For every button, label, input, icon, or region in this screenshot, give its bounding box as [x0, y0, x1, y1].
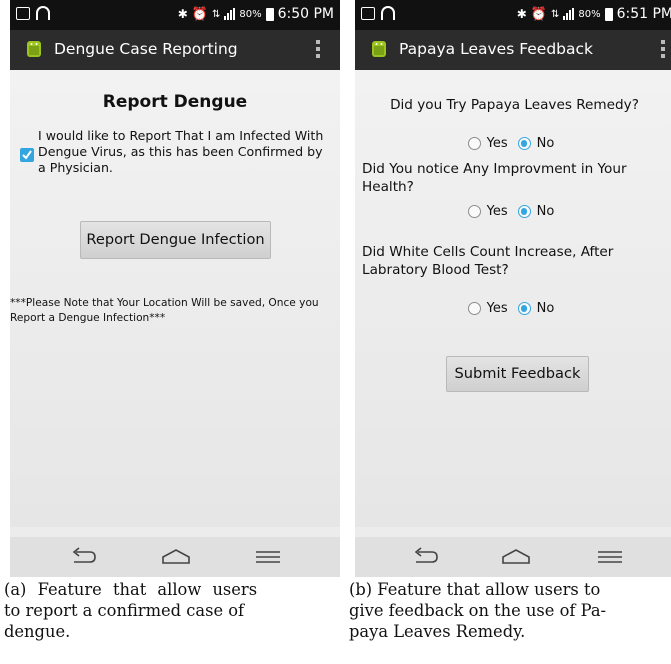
wifi-icon [381, 6, 395, 20]
radio-no[interactable] [517, 205, 531, 218]
question-2: Did You notice Any Improvment in Your He… [362, 161, 627, 195]
battery-icon [265, 7, 274, 21]
phone-screen-dengue-reporting: ✱ ⏰ ⇅ 80% 6:50 PM Dengue Case Reporting … [10, 0, 340, 577]
home-icon[interactable] [498, 545, 534, 569]
action-bar: Papaya Leaves Feedback [355, 30, 671, 70]
clock: 6:51 PM [616, 6, 671, 22]
report-content: Report Dengue I would like to Report Tha… [10, 70, 340, 527]
caption-a-line-3: dengue. [4, 622, 71, 641]
signal-icon [563, 8, 575, 20]
caption-b-line-2: give feedback on the use of Pa- [349, 601, 607, 620]
app-title: Papaya Leaves Feedback [399, 40, 594, 58]
radio-yes-label: Yes [486, 136, 508, 151]
android-icon [27, 41, 41, 57]
report-checkbox[interactable] [20, 148, 34, 162]
signal-icon [224, 8, 236, 20]
status-bar: ✱ ⏰ ⇅ 80% 6:50 PM [10, 0, 340, 30]
submit-feedback-button[interactable]: Submit Feedback [446, 356, 589, 392]
radio-no-label: No [536, 136, 555, 151]
radio-yes[interactable] [467, 205, 481, 218]
checkmark-icon [22, 150, 32, 160]
4g-icon: ⇅ [550, 8, 560, 20]
radio-no-label: No [536, 204, 555, 219]
question-3: Did White Cells Count Increase, After La… [362, 244, 614, 278]
overflow-menu-icon[interactable] [316, 40, 320, 58]
caption-b-line-1: (b) Feature that allow users to [349, 580, 601, 599]
radio-no[interactable] [517, 302, 531, 315]
wifi-icon [36, 6, 50, 20]
4g-icon: ⇅ [211, 8, 221, 20]
bluetooth-icon: ✱ [177, 7, 188, 21]
radio-yes-label: Yes [486, 301, 508, 316]
caption-a-line-1: (a) Feature that allow users [4, 580, 258, 599]
checkbox-label: I would like to Report That I am Infecte… [38, 128, 324, 175]
alarm-icon: ⏰ [530, 6, 547, 22]
question-1: Did you Try Papaya Leaves Remedy? [390, 97, 639, 113]
nav-bar [10, 537, 340, 577]
image-icon [16, 6, 30, 20]
caption-a: (a) Feature that allow users to report a… [4, 579, 349, 642]
alarm-icon: ⏰ [191, 6, 208, 22]
menu-icon[interactable] [592, 545, 628, 569]
question-3-options: Yes No [355, 301, 671, 316]
radio-yes[interactable] [467, 137, 481, 150]
caption-a-line-2: to report a confirmed case of [4, 601, 245, 620]
caption-b: (b) Feature that allow users to give fee… [349, 579, 606, 642]
overflow-menu-icon[interactable] [661, 40, 665, 58]
radio-yes[interactable] [467, 302, 481, 315]
android-icon [372, 41, 386, 57]
status-bar: ✱ ⏰ ⇅ 80% 6:51 PM [355, 0, 671, 30]
battery-percent: 80% [239, 8, 262, 20]
caption-b-line-3: paya Leaves Remedy. [349, 622, 526, 641]
report-dengue-button[interactable]: Report Dengue Infection [80, 221, 271, 259]
question-1-options: Yes No [355, 136, 671, 151]
battery-percent: 80% [578, 8, 601, 20]
radio-no-label: No [536, 301, 555, 316]
question-2-options: Yes No [355, 204, 671, 219]
bluetooth-icon: ✱ [516, 7, 527, 21]
app-title: Dengue Case Reporting [54, 40, 238, 58]
back-icon[interactable] [66, 545, 102, 569]
page-title: Report Dengue [102, 92, 248, 112]
phone-screen-papaya-feedback: ✱ ⏰ ⇅ 80% 6:51 PM Papaya Leaves Feedback… [355, 0, 671, 577]
image-icon [361, 6, 375, 20]
home-icon[interactable] [158, 545, 194, 569]
nav-bar [355, 537, 671, 577]
back-icon[interactable] [408, 545, 444, 569]
radio-no[interactable] [517, 137, 531, 150]
clock: 6:50 PM [277, 6, 334, 22]
feedback-content: Did you Try Papaya Leaves Remedy? Yes No… [355, 70, 671, 527]
radio-yes-label: Yes [486, 204, 508, 219]
battery-icon [604, 7, 613, 21]
menu-icon[interactable] [250, 545, 286, 569]
action-bar: Dengue Case Reporting [10, 30, 340, 70]
location-note: ***Please Note that Your Location Will b… [10, 297, 319, 324]
